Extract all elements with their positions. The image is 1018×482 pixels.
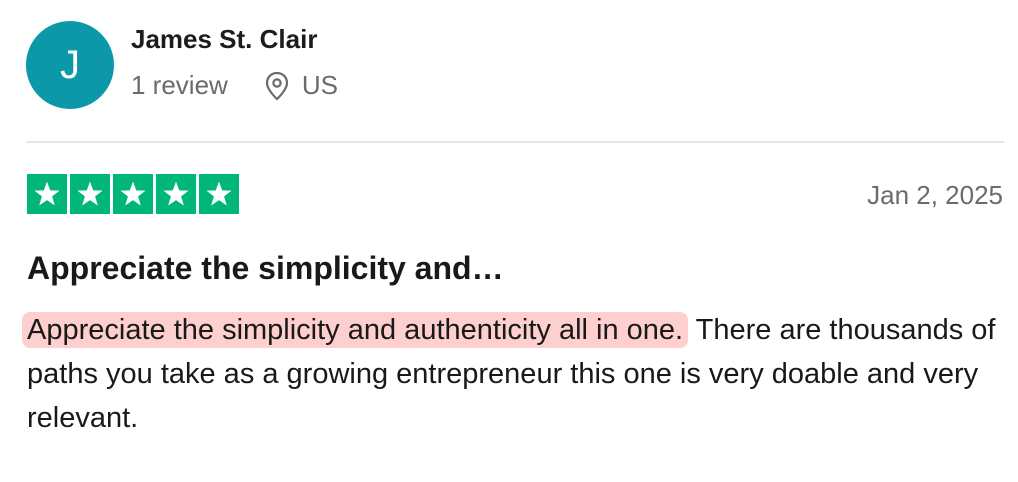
reviewer-country: US xyxy=(301,70,338,100)
review-date: Jan 2, 2025 xyxy=(867,180,1003,210)
review-count: 1 review xyxy=(131,70,228,100)
location-pin-icon xyxy=(264,71,290,101)
avatar[interactable]: J xyxy=(26,21,114,109)
star-rating xyxy=(27,174,239,214)
star-icon xyxy=(27,174,67,214)
avatar-initial: J xyxy=(60,42,80,87)
star-icon xyxy=(199,174,239,214)
highlighted-text: Appreciate the simplicity and authentici… xyxy=(22,312,689,348)
star-icon xyxy=(70,174,110,214)
review-body: Appreciate the simplicity and authentici… xyxy=(22,308,1002,440)
review-title[interactable]: Appreciate the simplicity and… xyxy=(27,250,504,287)
divider xyxy=(26,141,1004,143)
reviewer-meta: 1 review US xyxy=(131,70,338,101)
star-icon xyxy=(156,174,196,214)
review-card: J James St. Clair 1 review US Jan 2, 202… xyxy=(0,0,1018,482)
star-icon xyxy=(113,174,153,214)
reviewer-name[interactable]: James St. Clair xyxy=(131,24,317,55)
